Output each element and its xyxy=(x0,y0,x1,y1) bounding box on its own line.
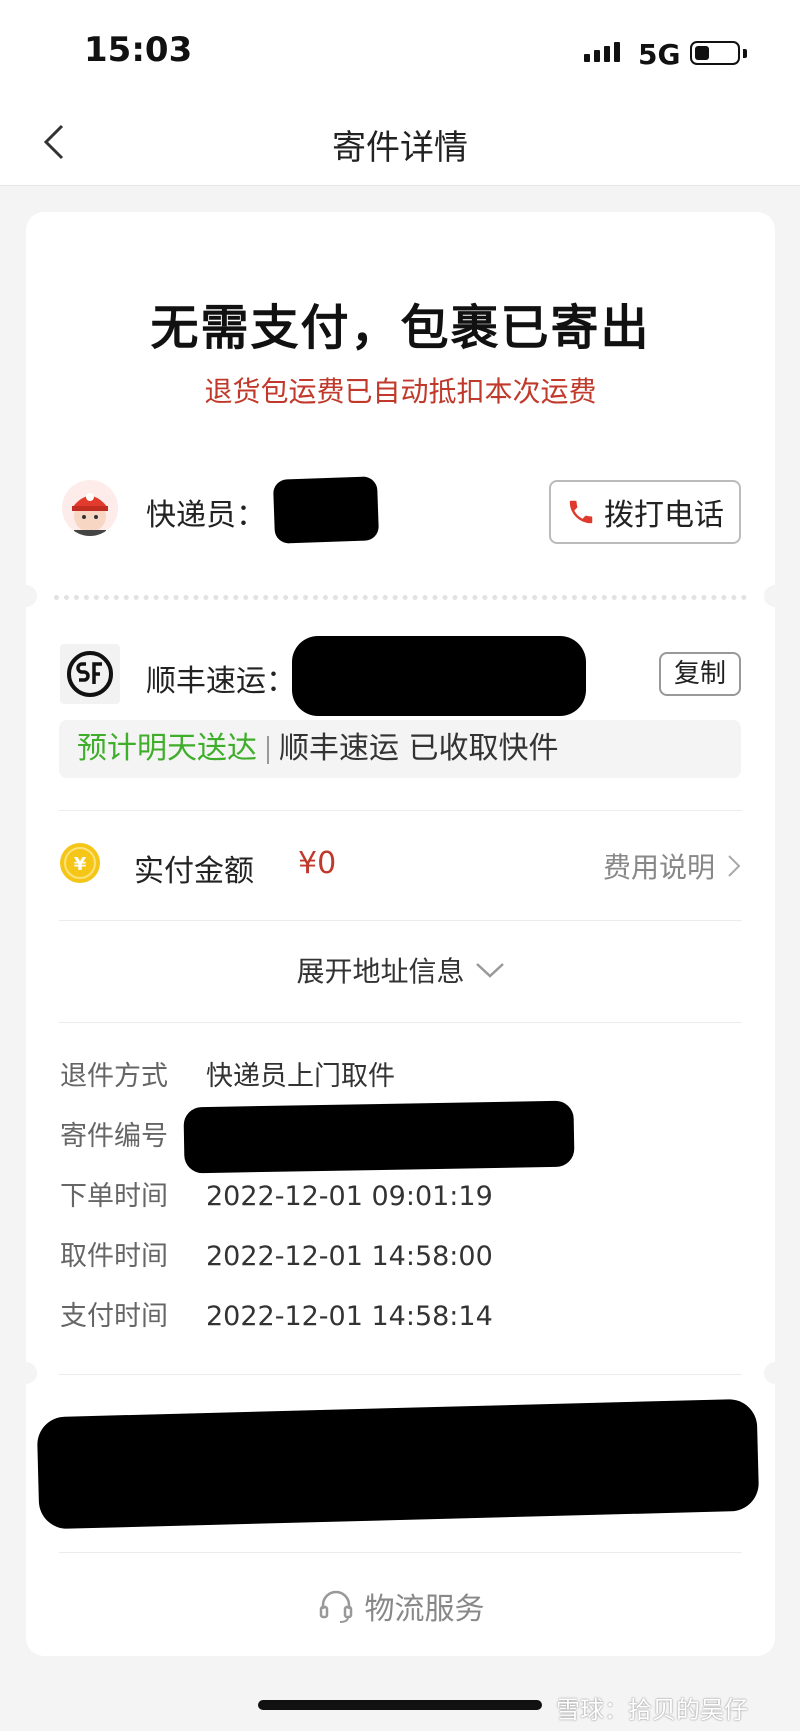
detail-row: 取件时间 2022-12-01 14:58:00 xyxy=(60,1234,493,1273)
fee-explanation-link[interactable]: 费用说明 xyxy=(603,846,741,886)
redacted-tracking-number xyxy=(292,636,586,716)
divider xyxy=(59,1022,742,1023)
detail-row: 支付时间 2022-12-01 14:58:14 xyxy=(60,1294,493,1333)
status-headline: 无需支付，包裹已寄出 xyxy=(150,300,651,356)
status-time: 15:03 xyxy=(84,30,193,70)
card-notch-right-lower xyxy=(764,1362,786,1384)
detail-key: 取件时间 xyxy=(60,1241,168,1272)
payment-amount: ¥0 xyxy=(298,846,337,881)
detail-value: 2022-12-01 14:58:14 xyxy=(206,1301,493,1332)
call-button-label: 拨打电话 xyxy=(604,498,724,533)
redacted-address-block xyxy=(36,1398,760,1530)
page-title: 寄件详情 xyxy=(332,128,468,168)
tracking-separator xyxy=(267,735,269,764)
home-indicator[interactable] xyxy=(258,1700,542,1710)
detail-row: 下单时间 2022-12-01 09:01:19 xyxy=(60,1174,493,1213)
payment-label: 实付金额 xyxy=(134,854,254,889)
signal-icon xyxy=(584,42,620,62)
card-notch-right xyxy=(764,585,786,607)
card-notch-left xyxy=(15,585,37,607)
carrier-label: 顺丰速运： xyxy=(146,664,296,699)
card-notch-left-lower xyxy=(15,1362,37,1384)
sf-express-logo-icon xyxy=(60,644,120,704)
copy-button[interactable]: 复制 xyxy=(659,652,741,696)
call-courier-button[interactable]: 拨打电话 xyxy=(549,480,741,544)
tracking-status: 顺丰速运 已收取快件 xyxy=(279,731,559,766)
battery-level xyxy=(695,46,709,60)
detail-key: 支付时间 xyxy=(60,1301,168,1332)
service-label: 物流服务 xyxy=(364,1592,485,1627)
fee-link-label: 费用说明 xyxy=(602,851,715,884)
status-bar: 15:03 5G xyxy=(0,0,800,100)
chevron-down-icon xyxy=(475,963,504,978)
chevron-right-icon xyxy=(728,855,741,877)
redacted-shipment-number xyxy=(183,1100,575,1174)
redacted-courier-name xyxy=(272,476,380,544)
watermark: 雪球：拾贝的吴仔 xyxy=(556,1696,748,1724)
divider xyxy=(59,1374,742,1375)
divider xyxy=(59,920,742,921)
detail-value: 快递员上门取件 xyxy=(206,1061,395,1092)
nav-bar: 寄件详情 xyxy=(0,100,800,186)
yuan-coin-icon: ¥ xyxy=(60,843,100,883)
dotted-divider xyxy=(54,595,747,600)
detail-value: 2022-12-01 09:01:19 xyxy=(206,1181,493,1212)
detail-key: 下单时间 xyxy=(60,1181,168,1212)
headset-icon xyxy=(319,1590,352,1623)
status-subline: 退货包运费已自动抵扣本次运费 xyxy=(204,375,597,408)
svg-text:¥: ¥ xyxy=(74,854,87,875)
logistics-service-link[interactable]: 物流服务 xyxy=(26,1584,775,1628)
courier-avatar xyxy=(62,480,118,536)
expand-address-toggle[interactable]: 展开地址信息 xyxy=(26,950,775,990)
phone-icon xyxy=(569,500,593,524)
detail-row: 退件方式 快递员上门取件 xyxy=(60,1054,395,1093)
courier-label: 快递员： xyxy=(146,498,266,533)
divider xyxy=(59,810,742,811)
network-label: 5G xyxy=(638,38,681,71)
detail-key: 退件方式 xyxy=(60,1061,168,1092)
battery-icon xyxy=(690,41,740,65)
shipment-card: 无需支付，包裹已寄出 退货包运费已自动抵扣本次运费 快递员： 拨打电话 顺丰速运… xyxy=(15,212,786,1656)
divider xyxy=(59,1552,742,1553)
battery-tip xyxy=(743,49,747,58)
tracking-summary[interactable]: 预计明天送达 顺丰速运 已收取快件 xyxy=(59,720,741,778)
expand-label: 展开地址信息 xyxy=(296,955,465,988)
detail-value: 2022-12-01 14:58:00 xyxy=(206,1241,493,1272)
eta-text: 预计明天送达 xyxy=(77,731,257,766)
